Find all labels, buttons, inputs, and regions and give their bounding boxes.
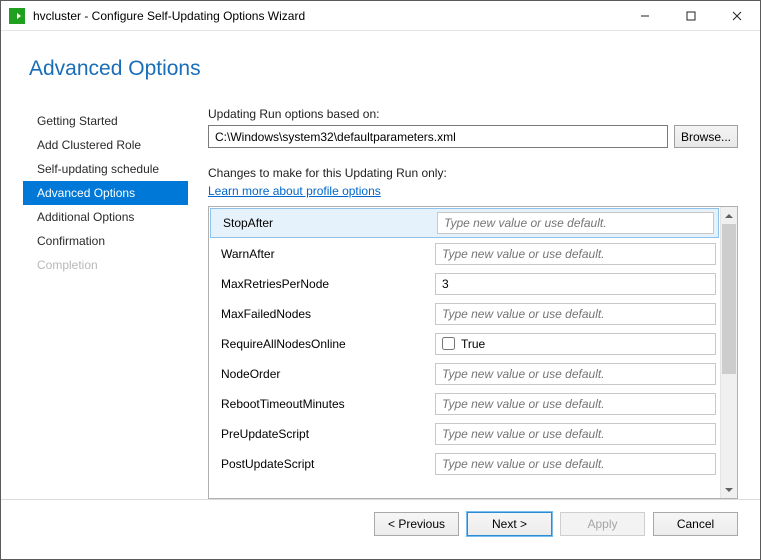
param-input[interactable]	[435, 393, 716, 415]
scroll-down-icon[interactable]	[721, 481, 737, 498]
param-row-stopafter[interactable]: StopAfter	[210, 208, 719, 238]
profile-path-row: Browse...	[208, 125, 738, 148]
previous-button[interactable]: < Previous	[374, 512, 459, 536]
param-value-cell	[437, 212, 718, 234]
titlebar: hvcluster - Configure Self-Updating Opti…	[1, 1, 760, 31]
param-name: StopAfter	[211, 216, 437, 230]
param-value-cell	[435, 393, 720, 415]
param-input[interactable]	[435, 243, 716, 265]
param-checkbox[interactable]: True	[435, 333, 716, 355]
sidebar-item-getting-started[interactable]: Getting Started	[23, 109, 188, 133]
param-name: PreUpdateScript	[209, 427, 435, 441]
learn-more-link[interactable]: Learn more about profile options	[208, 184, 738, 198]
sidebar-item-additional-options[interactable]: Additional Options	[23, 205, 188, 229]
apply-button[interactable]: Apply	[560, 512, 645, 536]
param-value-cell	[435, 453, 720, 475]
sidebar-item-self-updating-schedule[interactable]: Self-updating schedule	[23, 157, 188, 181]
param-input[interactable]	[435, 303, 716, 325]
param-row-postupdatescript[interactable]: PostUpdateScript	[209, 449, 720, 479]
param-row-nodeorder[interactable]: NodeOrder	[209, 359, 720, 389]
param-input[interactable]	[435, 423, 716, 445]
based-on-label: Updating Run options based on:	[208, 107, 738, 121]
sidebar-item-add-clustered-role[interactable]: Add Clustered Role	[23, 133, 188, 157]
param-name: PostUpdateScript	[209, 457, 435, 471]
param-input[interactable]	[435, 273, 716, 295]
param-row-preupdatescript[interactable]: PreUpdateScript	[209, 419, 720, 449]
param-row-reboottimeoutminutes[interactable]: RebootTimeoutMinutes	[209, 389, 720, 419]
param-name: RebootTimeoutMinutes	[209, 397, 435, 411]
app-icon	[9, 8, 25, 24]
checkbox-input[interactable]	[442, 337, 455, 350]
next-button[interactable]: Next >	[467, 512, 552, 536]
footer: < Previous Next > Apply Cancel	[1, 499, 760, 547]
sidebar-item-completion: Completion	[23, 253, 188, 277]
sidebar-item-advanced-options[interactable]: Advanced Options	[23, 181, 188, 205]
param-name: MaxFailedNodes	[209, 307, 435, 321]
checkbox-label: True	[461, 337, 485, 351]
content-pane: Updating Run options based on: Browse...…	[188, 99, 738, 499]
param-name: RequireAllNodesOnline	[209, 337, 435, 351]
param-name: WarnAfter	[209, 247, 435, 261]
param-name: NodeOrder	[209, 367, 435, 381]
wizard-steps-sidebar: Getting StartedAdd Clustered RoleSelf-up…	[23, 99, 188, 499]
param-row-warnafter[interactable]: WarnAfter	[209, 239, 720, 269]
scrollbar[interactable]	[720, 207, 737, 498]
profile-path-input[interactable]	[208, 125, 668, 148]
close-button[interactable]	[714, 1, 760, 30]
param-row-maxretriespernode[interactable]: MaxRetriesPerNode	[209, 269, 720, 299]
param-value-cell	[435, 423, 720, 445]
page-heading: Advanced Options	[1, 31, 760, 99]
param-input[interactable]	[435, 363, 716, 385]
param-value-cell	[435, 363, 720, 385]
param-input[interactable]	[437, 212, 714, 234]
param-value-cell	[435, 273, 720, 295]
main-area: Getting StartedAdd Clustered RoleSelf-up…	[1, 99, 760, 499]
sidebar-item-confirmation[interactable]: Confirmation	[23, 229, 188, 253]
minimize-button[interactable]	[622, 1, 668, 30]
param-row-maxfailednodes[interactable]: MaxFailedNodes	[209, 299, 720, 329]
param-value-cell: True	[435, 333, 720, 355]
browse-button[interactable]: Browse...	[674, 125, 738, 148]
window-controls	[622, 1, 760, 30]
cancel-button[interactable]: Cancel	[653, 512, 738, 536]
scroll-thumb[interactable]	[722, 224, 736, 374]
param-input[interactable]	[435, 453, 716, 475]
parameters-grid: StopAfter WarnAfter MaxRetriesPerNode MaxFa…	[208, 206, 738, 499]
param-row-requireallnodesonline[interactable]: RequireAllNodesOnline True	[209, 329, 720, 359]
param-value-cell	[435, 243, 720, 265]
maximize-button[interactable]	[668, 1, 714, 30]
window-title: hvcluster - Configure Self-Updating Opti…	[33, 9, 622, 23]
param-value-cell	[435, 303, 720, 325]
page-title: Advanced Options	[29, 57, 760, 81]
param-name: MaxRetriesPerNode	[209, 277, 435, 291]
scroll-up-icon[interactable]	[721, 207, 737, 224]
changes-label: Changes to make for this Updating Run on…	[208, 166, 738, 180]
